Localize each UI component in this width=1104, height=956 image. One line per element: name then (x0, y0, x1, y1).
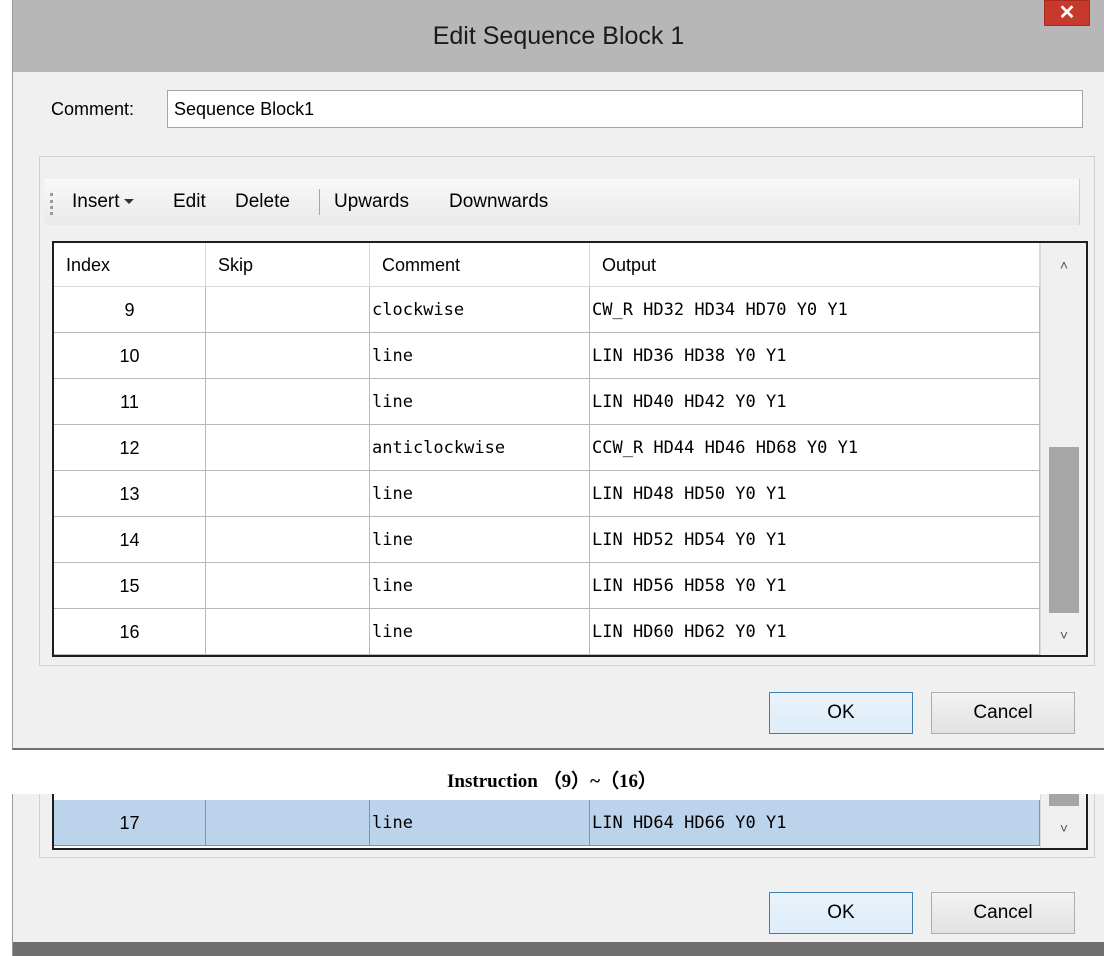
edit-sequence-dialog-continued: 17 line LIN HD64 HD66 Y0 Y1 ˅ OK Cancel (12, 794, 1104, 956)
output-cell[interactable]: CW_R HD32 HD34 HD70 Y0 Y1 (590, 287, 1040, 333)
toolbar-grip-icon[interactable] (50, 193, 53, 215)
output-cell[interactable]: LIN HD36 HD38 Y0 Y1 (590, 333, 1040, 379)
comment-cell[interactable]: line (370, 471, 590, 517)
comment-cell[interactable]: line (370, 563, 590, 609)
instruction-panel: Insert Edit Delete Upwards Downwards Ind… (39, 156, 1095, 666)
index-cell: 12 (54, 425, 206, 471)
dialog-title: Edit Sequence Block 1 (432, 22, 685, 50)
skip-cell[interactable] (206, 379, 370, 425)
index-cell: 10 (54, 333, 206, 379)
skip-cell[interactable] (206, 517, 370, 563)
chevron-down-icon[interactable]: ˅ (1041, 615, 1086, 655)
skip-cell[interactable] (206, 333, 370, 379)
upwards-button[interactable]: Upwards (334, 189, 409, 215)
skip-cell[interactable] (206, 471, 370, 517)
skip-cell[interactable] (206, 609, 370, 655)
comment-cell[interactable]: line (370, 609, 590, 655)
table-row[interactable]: 15 line LIN HD56 HD58 Y0 Y1 (54, 563, 1040, 609)
comment-cell[interactable]: line (370, 379, 590, 425)
table-row[interactable]: 12 anticlockwise CCW_R HD44 HD46 HD68 Y0… (54, 425, 1040, 471)
delete-button[interactable]: Delete (235, 189, 290, 215)
skip-cell[interactable] (206, 563, 370, 609)
edit-button[interactable]: Edit (173, 189, 206, 215)
index-cell: 13 (54, 471, 206, 517)
table-row[interactable]: 10 line LIN HD36 HD38 Y0 Y1 (54, 333, 1040, 379)
output-cell[interactable]: LIN HD48 HD50 Y0 Y1 (590, 471, 1040, 517)
skip-cell[interactable] (206, 425, 370, 471)
ok-button[interactable]: OK (769, 892, 913, 934)
figure-caption: Instruction （9）~（16） (447, 771, 657, 792)
cancel-button[interactable]: Cancel (931, 692, 1075, 734)
column-header-index[interactable]: Index (54, 243, 206, 287)
toolbar: Insert Edit Delete Upwards Downwards (44, 179, 1080, 225)
column-header-skip[interactable]: Skip (206, 243, 370, 287)
insert-button[interactable]: Insert (72, 189, 134, 215)
output-cell[interactable]: CCW_R HD44 HD46 HD68 Y0 Y1 (590, 425, 1040, 471)
scrollbar-thumb[interactable] (1049, 447, 1079, 613)
index-cell: 14 (54, 517, 206, 563)
downwards-button[interactable]: Downwards (449, 189, 548, 215)
close-icon[interactable]: ✕ (1044, 0, 1090, 26)
index-cell: 9 (54, 287, 206, 333)
instruction-table: 17 line LIN HD64 HD66 Y0 Y1 ˅ (52, 794, 1088, 850)
chevron-up-icon[interactable]: ˄ (1041, 243, 1086, 287)
output-cell[interactable]: LIN HD40 HD42 Y0 Y1 (590, 379, 1040, 425)
table-row[interactable]: 9 clockwise CW_R HD32 HD34 HD70 Y0 Y1 (54, 287, 1040, 333)
output-cell[interactable]: LIN HD56 HD58 Y0 Y1 (590, 563, 1040, 609)
chevron-down-icon (123, 199, 134, 205)
comment-cell[interactable]: line (370, 800, 590, 846)
table-row[interactable]: 13 line LIN HD48 HD50 Y0 Y1 (54, 471, 1040, 517)
table-row[interactable]: 14 line LIN HD52 HD54 Y0 Y1 (54, 517, 1040, 563)
index-cell: 16 (54, 609, 206, 655)
instruction-panel: 17 line LIN HD64 HD66 Y0 Y1 ˅ (39, 794, 1095, 858)
output-cell[interactable]: LIN HD52 HD54 Y0 Y1 (590, 517, 1040, 563)
vertical-scrollbar[interactable]: ˄ ˅ (1040, 243, 1086, 655)
window-bottom-border (13, 942, 1104, 956)
title-bar: Edit Sequence Block 1 ✕ (13, 0, 1104, 72)
cancel-button[interactable]: Cancel (931, 892, 1075, 934)
insert-label: Insert (72, 191, 120, 212)
vertical-scrollbar[interactable]: ˅ (1040, 794, 1086, 848)
table-row[interactable]: 11 line LIN HD40 HD42 Y0 Y1 (54, 379, 1040, 425)
output-cell[interactable]: LIN HD64 HD66 Y0 Y1 (590, 800, 1040, 846)
table-row[interactable]: 16 line LIN HD60 HD62 Y0 Y1 (54, 609, 1040, 655)
comment-input[interactable]: Sequence Block1 (167, 90, 1083, 128)
comment-label: Comment: (51, 99, 135, 119)
toolbar-separator (319, 189, 320, 215)
ok-button[interactable]: OK (769, 692, 913, 734)
index-cell: 17 (54, 800, 206, 846)
instruction-table: Index Skip Comment Output 9 clockwise CW… (52, 241, 1088, 657)
index-cell: 11 (54, 379, 206, 425)
comment-cell[interactable]: line (370, 517, 590, 563)
comment-cell[interactable]: clockwise (370, 287, 590, 333)
output-cell[interactable]: LIN HD60 HD62 Y0 Y1 (590, 609, 1040, 655)
scrollbar-thumb[interactable] (1049, 794, 1079, 806)
chevron-down-icon[interactable]: ˅ (1041, 808, 1086, 848)
table-row-selected[interactable]: 17 line LIN HD64 HD66 Y0 Y1 (54, 800, 1040, 846)
comment-cell[interactable]: anticlockwise (370, 425, 590, 471)
comment-cell[interactable]: line (370, 333, 590, 379)
column-header-comment[interactable]: Comment (370, 243, 590, 287)
edit-sequence-dialog: Edit Sequence Block 1 ✕ Comment: Sequenc… (12, 0, 1104, 750)
column-header-output[interactable]: Output (590, 243, 1040, 287)
skip-cell[interactable] (206, 287, 370, 333)
skip-cell[interactable] (206, 800, 370, 846)
index-cell: 15 (54, 563, 206, 609)
